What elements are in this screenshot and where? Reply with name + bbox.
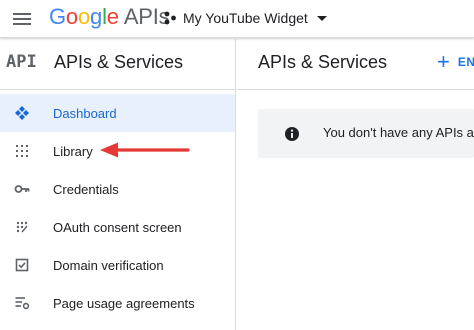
- sidebar-item-label: OAuth consent screen: [53, 219, 182, 235]
- sidebar-item-credentials[interactable]: Credentials: [0, 170, 235, 208]
- sidebar-header: API APIs & Services: [0, 39, 235, 90]
- sidebar-item-oauth-consent[interactable]: OAuth consent screen: [0, 208, 235, 246]
- brand-letter: G: [49, 4, 66, 29]
- chevron-down-icon: [316, 15, 327, 21]
- main-content: APIs & Services + EN You don't have any …: [237, 39, 474, 330]
- google-apis-logo[interactable]: Google APIs: [49, 3, 170, 31]
- sidebar-item-label: Domain verification: [53, 257, 164, 273]
- project-selector[interactable]: My YouTube Widget: [163, 7, 327, 29]
- hamburger-menu-icon[interactable]: [11, 10, 33, 28]
- sidebar-title: APIs & Services: [54, 52, 184, 72]
- key-icon: [14, 185, 30, 193]
- sidebar-item-label: Library: [53, 143, 93, 159]
- api-logo: API: [6, 52, 37, 72]
- main-header: APIs & Services + EN: [237, 39, 474, 90]
- sidebar: API APIs & Services Dashboard Library Cr…: [0, 39, 236, 330]
- consent-dots-icon: [16, 221, 28, 233]
- notice-text: You don't have any APIs ava: [323, 125, 474, 140]
- sidebar-item-domain-verification[interactable]: Domain verification: [0, 246, 235, 284]
- brand-letter: g: [90, 4, 103, 29]
- top-app-bar: Google APIs My YouTube Widget: [0, 0, 474, 38]
- brand-letter: o: [77, 4, 91, 29]
- sidebar-item-label: Credentials: [53, 181, 119, 197]
- enable-apis-label: EN: [457, 55, 474, 69]
- sidebar-item-label: Page usage agreements: [53, 295, 195, 311]
- plus-icon: +: [437, 49, 450, 74]
- settings-list-icon: [15, 297, 30, 310]
- project-name: My YouTube Widget: [183, 10, 308, 26]
- page-title: APIs & Services: [258, 52, 388, 72]
- info-icon: [285, 127, 299, 141]
- annotation-arrow-icon: [100, 142, 190, 158]
- sidebar-item-dashboard[interactable]: Dashboard: [0, 94, 235, 132]
- sidebar-nav: Dashboard Library Credentials OAuth cons…: [0, 94, 235, 322]
- library-grid-icon: [16, 145, 28, 157]
- sidebar-item-page-usage-agreements[interactable]: Page usage agreements: [0, 284, 235, 322]
- brand-letter: e: [106, 4, 119, 29]
- dashboard-icon: [15, 106, 29, 120]
- project-nodes-icon: [164, 11, 176, 25]
- sidebar-item-label: Dashboard: [53, 105, 117, 121]
- no-apis-notice: You don't have any APIs ava: [258, 109, 474, 158]
- checkbox-icon: [15, 258, 29, 272]
- enable-apis-button[interactable]: + EN: [437, 50, 474, 74]
- brand-letter: o: [65, 4, 78, 29]
